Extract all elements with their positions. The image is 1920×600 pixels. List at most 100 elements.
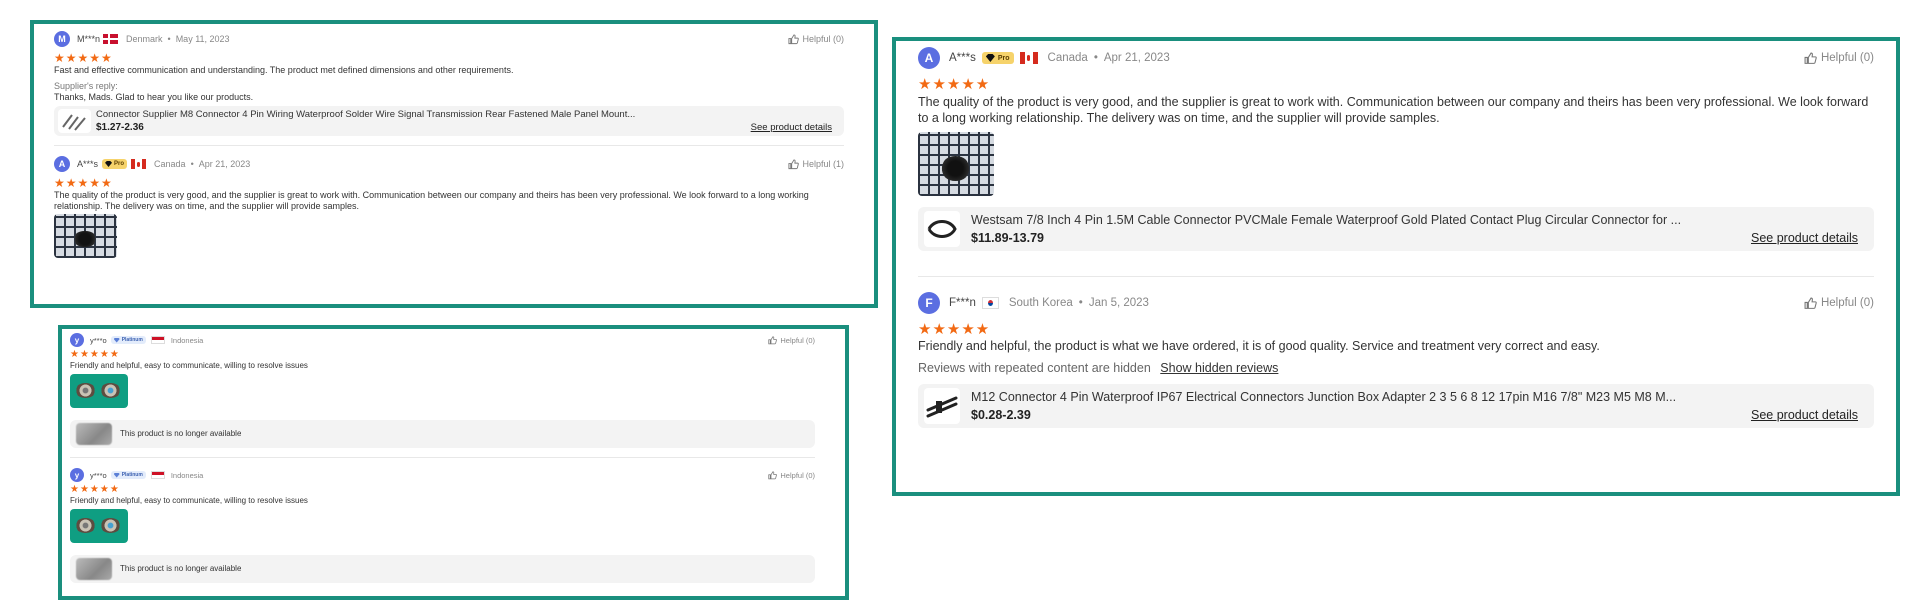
reviewer-country: Denmark xyxy=(126,34,163,44)
badge-label: Pro xyxy=(114,161,125,167)
helpful-button[interactable]: Helpful (0) xyxy=(788,33,844,45)
hidden-reviews-note: Reviews with repeated content are hidden… xyxy=(918,361,1874,375)
helpful-button[interactable]: Helpful (0) xyxy=(768,471,815,480)
denmark-flag-icon xyxy=(103,34,119,44)
product-card: This product is no longer available xyxy=(70,420,815,448)
review-text: Friendly and helpful, easy to communicat… xyxy=(70,361,308,370)
reviewer-country: South Korea xyxy=(1008,297,1073,309)
review-text: The quality of the product is very good,… xyxy=(918,95,1869,125)
product-title[interactable]: Westsam 7/8 Inch 4 Pin 1.5M Cable Connec… xyxy=(971,213,1860,227)
reviewer-name: A***s xyxy=(77,159,99,169)
avatar: F xyxy=(918,292,940,314)
review-panel-1: M M***n Denmark • May 11, 2023 Helpful (… xyxy=(30,20,878,308)
review-date: Jan 5, 2023 xyxy=(1088,297,1149,309)
supplier-reply-text: Thanks, Mads. Glad to hear you like our … xyxy=(54,92,254,102)
show-hidden-reviews-link[interactable]: Show hidden reviews xyxy=(1160,361,1278,375)
meta-separator: • xyxy=(1093,52,1098,64)
reviewer-name: y***o xyxy=(90,470,107,480)
thumbs-up-icon xyxy=(788,158,800,169)
diamond-icon xyxy=(113,337,120,343)
review-text: Friendly and helpful, easy to communicat… xyxy=(70,496,308,505)
product-thumbnail xyxy=(76,423,112,445)
helpful-button[interactable]: Helpful (0) xyxy=(1804,297,1874,310)
badge-label: Platinum xyxy=(121,337,143,343)
helpful-count: Helpful (0) xyxy=(802,34,844,44)
star-rating: ★★★★★ xyxy=(918,321,991,338)
reviewer-country: Indonesia xyxy=(170,335,204,345)
avatar: y xyxy=(70,468,84,482)
helpful-count: Helpful (0) xyxy=(780,470,815,480)
product-thumbnail xyxy=(924,388,960,424)
diamond-icon xyxy=(105,161,113,167)
product-price: $1.27-2.36 xyxy=(96,122,144,133)
review-text: Friendly and helpful, the product is wha… xyxy=(918,339,1600,353)
review-panel-3: A A***s Pro Canada • Apr 21, 2023 Helpfu… xyxy=(892,37,1900,496)
product-card: This product is no longer available xyxy=(70,555,815,583)
product-thumbnail xyxy=(76,558,112,580)
south-korea-flag-icon xyxy=(981,297,999,309)
helpful-button[interactable]: Helpful (0) xyxy=(768,336,815,345)
see-product-details-link[interactable]: See product details xyxy=(751,122,832,133)
reviewer-name: A***s xyxy=(949,52,976,64)
thumbs-up-icon xyxy=(1804,52,1817,64)
helpful-button[interactable]: Helpful (1) xyxy=(788,158,844,170)
badge-label: Pro xyxy=(997,54,1010,62)
helpful-count: Helpful (0) xyxy=(780,335,815,345)
hidden-note-text: Reviews with repeated content are hidden xyxy=(918,361,1151,375)
canada-flag-icon xyxy=(1019,52,1038,64)
avatar: A xyxy=(54,156,70,172)
product-title[interactable]: Connector Supplier M8 Connector 4 Pin Wi… xyxy=(96,109,836,120)
platinum-badge: Platinum xyxy=(110,471,146,479)
reviewer-country: Canada xyxy=(1047,52,1088,64)
thumbs-up-icon xyxy=(1804,297,1817,309)
helpful-count: Helpful (0) xyxy=(1820,297,1874,309)
diamond-icon xyxy=(985,54,995,62)
review-divider xyxy=(918,276,1874,277)
canada-flag-icon xyxy=(131,159,147,169)
product-thumbnail xyxy=(924,211,960,247)
thumbs-up-icon xyxy=(788,33,800,44)
review-panel-2: y y***o Platinum Indonesia Helpful (0) ★… xyxy=(58,325,849,600)
badge-label: Platinum xyxy=(121,472,143,478)
indonesia-flag-icon xyxy=(150,471,165,479)
product-thumbnail xyxy=(58,109,91,133)
review-date: Apr 21, 2023 xyxy=(1103,52,1170,64)
review-photo[interactable] xyxy=(70,509,128,543)
cable-icon xyxy=(927,220,957,238)
connector-icon xyxy=(926,396,958,418)
meta-separator: • xyxy=(190,159,194,169)
product-card[interactable]: Westsam 7/8 Inch 4 Pin 1.5M Cable Connec… xyxy=(918,207,1874,251)
diamond-icon xyxy=(113,472,120,478)
avatar: M xyxy=(54,31,70,47)
product-unavailable-text: This product is no longer available xyxy=(120,429,242,438)
review-date: Apr 21, 2023 xyxy=(198,159,251,169)
review-photo[interactable] xyxy=(918,132,994,196)
review-photo[interactable] xyxy=(70,374,128,408)
star-rating: ★★★★★ xyxy=(54,51,113,65)
product-card[interactable]: Connector Supplier M8 Connector 4 Pin Wi… xyxy=(54,106,844,136)
thumbs-up-icon xyxy=(768,335,778,344)
thumbs-up-icon xyxy=(768,470,778,479)
product-unavailable-text: This product is no longer available xyxy=(120,564,242,573)
review-divider xyxy=(70,457,815,458)
review-date: May 11, 2023 xyxy=(175,34,230,44)
see-product-details-link[interactable]: See product details xyxy=(1751,231,1858,245)
product-card[interactable]: M12 Connector 4 Pin Waterproof IP67 Elec… xyxy=(918,384,1874,428)
see-product-details-link[interactable]: See product details xyxy=(1751,408,1858,422)
helpful-count: Helpful (0) xyxy=(1820,52,1874,64)
review-photo[interactable] xyxy=(54,214,117,258)
review-text: The quality of the product is very good,… xyxy=(54,190,809,211)
helpful-button[interactable]: Helpful (0) xyxy=(1804,52,1874,65)
review-divider xyxy=(54,145,844,146)
supplier-reply-label: Supplier's reply: xyxy=(54,81,118,91)
pro-badge: Pro xyxy=(102,159,128,169)
reviewer-name: M***n xyxy=(77,34,101,44)
avatar: y xyxy=(70,333,84,347)
avatar: A xyxy=(918,47,940,69)
star-rating: ★★★★★ xyxy=(54,176,113,190)
indonesia-flag-icon xyxy=(150,336,165,344)
product-title[interactable]: M12 Connector 4 Pin Waterproof IP67 Elec… xyxy=(971,390,1860,404)
reviewer-name: y***o xyxy=(90,335,107,345)
review-text: Fast and effective communication and und… xyxy=(54,65,514,75)
platinum-badge: Platinum xyxy=(110,336,146,344)
